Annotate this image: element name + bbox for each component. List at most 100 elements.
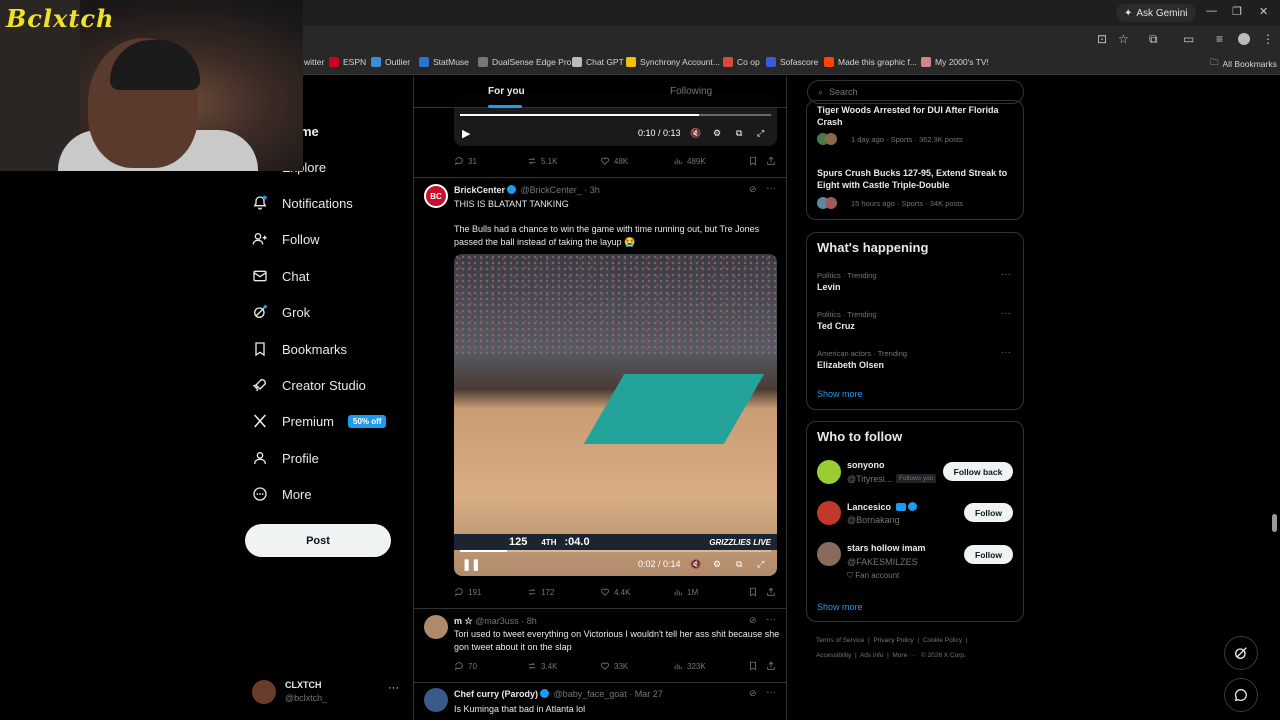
trend-name[interactable]: Levin [817, 282, 841, 292]
minimize-icon[interactable]: — [1206, 5, 1217, 17]
all-bookmarks-button[interactable]: 🗀 All Bookmarks [1210, 57, 1277, 71]
mute-icon[interactable]: 🔇 [690, 128, 701, 139]
follow-name[interactable]: stars hollow imam [847, 543, 926, 553]
like-button[interactable]: 33K [600, 661, 628, 671]
bookmark-item[interactable]: Synchrony Account... [626, 57, 720, 67]
ask-gemini-button[interactable]: ✦ Ask Gemini [1116, 4, 1196, 22]
star-icon[interactable]: ☆ [1118, 32, 1129, 46]
reply-button[interactable]: 70 [454, 661, 477, 671]
tweet-video-player[interactable]: 125 4TH :04.0 GRIZZLIES LIVE ❚❚ 0:02 / 0… [454, 254, 777, 576]
bookmark-button[interactable] [748, 156, 758, 166]
extensions-icon[interactable]: ⧉ [1149, 32, 1158, 47]
tweet-author-name[interactable]: m ☆ [454, 616, 473, 626]
nav-chat[interactable]: Chat [252, 265, 309, 287]
bookmark-item[interactable]: Chat GPT [572, 57, 624, 67]
trend-more-icon[interactable]: ··· [1001, 269, 1011, 280]
fullscreen-icon[interactable]: ⤢ [757, 559, 764, 570]
tweet-more-icon[interactable]: ··· [766, 183, 776, 194]
repost-button[interactable]: 3.4K [527, 661, 557, 671]
repost-button[interactable]: 172 [527, 587, 554, 597]
follow-avatar[interactable] [817, 501, 841, 525]
tweet-time[interactable]: Mar 27 [635, 689, 663, 699]
grok-action-icon[interactable]: ⊘ [749, 184, 757, 195]
trend-more-icon[interactable]: ··· [1001, 347, 1011, 358]
footer-more[interactable]: More ··· [892, 652, 915, 659]
news-headline[interactable]: Tiger Woods Arrested for DUI After Flori… [817, 104, 1017, 128]
reply-button[interactable]: 191 [454, 587, 481, 597]
reply-button[interactable]: 31 [454, 156, 477, 166]
tweet-handle[interactable]: @mar3uss [475, 616, 519, 626]
follow-name[interactable]: sonyono [847, 460, 885, 470]
bookmark-item[interactable]: ESPN [329, 57, 366, 67]
tweet-more-icon[interactable]: ··· [766, 687, 776, 698]
tweet-time[interactable]: 8h [527, 616, 537, 626]
bookmark-item[interactable]: Made this graphic f... [824, 57, 917, 67]
views-button[interactable]: 323K [673, 661, 706, 671]
follow-avatar[interactable] [817, 542, 841, 566]
bookmark-item[interactable]: DualSense Edge Pro... [478, 57, 578, 67]
show-more-link[interactable]: Show more [817, 389, 863, 399]
footer-ads-info[interactable]: Ads info [860, 652, 884, 659]
repost-button[interactable]: 5.1K [527, 156, 557, 166]
share-button[interactable] [766, 587, 776, 597]
mute-icon[interactable]: 🔇 [690, 559, 701, 570]
close-icon[interactable]: ✕ [1259, 5, 1268, 18]
bookmark-item[interactable]: Outlier [371, 57, 410, 67]
footer-terms[interactable]: Terms of Service [816, 637, 864, 644]
grok-action-icon[interactable]: ⊘ [749, 615, 757, 626]
tweet-avatar[interactable] [424, 615, 448, 639]
follow-avatar[interactable] [817, 460, 841, 484]
follow-button[interactable]: Follow [964, 545, 1013, 564]
bookmark-button[interactable] [748, 661, 758, 671]
tweet-time[interactable]: 3h [590, 185, 600, 195]
bookmark-button[interactable] [748, 587, 758, 597]
follow-back-button[interactable]: Follow back [943, 462, 1013, 481]
messages-fab-button[interactable] [1224, 678, 1258, 712]
play-icon[interactable]: ▶ [462, 127, 470, 140]
grok-fab-button[interactable] [1224, 636, 1258, 670]
settings-icon[interactable]: ⚙ [713, 559, 721, 570]
tweet-avatar[interactable]: BC [424, 184, 448, 208]
tweet-more-icon[interactable]: ··· [766, 614, 776, 625]
like-button[interactable]: 48K [600, 156, 628, 166]
nav-premium[interactable]: Premium 50% off [252, 410, 387, 432]
follow-name[interactable]: Lancesico [847, 502, 891, 512]
sidepanel-icon[interactable]: ▭ [1183, 32, 1194, 46]
account-more-icon[interactable]: ··· [388, 682, 399, 694]
follow-button[interactable]: Follow [964, 503, 1013, 522]
tab-for-you[interactable]: For you [488, 86, 525, 97]
news-headline[interactable]: Spurs Crush Bucks 127-95, Extend Streak … [817, 167, 1017, 191]
nav-grok[interactable]: Grok [252, 301, 310, 323]
tweet-handle[interactable]: @BrickCenter_ [521, 185, 582, 195]
tweet-handle[interactable]: @baby_face_goat [554, 689, 627, 699]
bookmark-item[interactable]: StatMuse [419, 57, 469, 67]
page-scrollbar-thumb[interactable] [1272, 514, 1277, 532]
trend-more-icon[interactable]: ··· [1001, 308, 1011, 319]
tab-following[interactable]: Following [670, 86, 712, 97]
share-button[interactable] [766, 661, 776, 671]
bookmark-item[interactable]: Co op [723, 57, 760, 67]
like-button[interactable]: 4.4K [600, 587, 630, 597]
show-more-link[interactable]: Show more [817, 602, 863, 612]
footer-privacy[interactable]: Privacy Policy [873, 637, 913, 644]
tweet-author-name[interactable]: Chef curry (Parody) [454, 689, 538, 699]
pause-icon[interactable]: ❚❚ [462, 558, 480, 571]
nav-creator-studio[interactable]: Creator Studio [252, 374, 366, 396]
tweet-author-name[interactable]: BrickCenter [454, 185, 505, 195]
nav-more[interactable]: More [252, 483, 312, 505]
post-button[interactable]: Post [245, 524, 391, 557]
kebab-menu-icon[interactable]: ⋮ [1262, 32, 1274, 46]
install-icon[interactable]: ⊡ [1097, 32, 1107, 46]
bookmark-item[interactable]: My 2000's TV! [921, 57, 989, 67]
video-progress-bar[interactable] [460, 114, 771, 116]
trend-name[interactable]: Ted Cruz [817, 321, 855, 331]
grok-action-icon[interactable]: ⊘ [749, 688, 757, 699]
pip-icon[interactable]: ⧉ [736, 559, 742, 570]
share-button[interactable] [766, 156, 776, 166]
nav-follow[interactable]: Follow [252, 228, 320, 250]
footer-cookies[interactable]: Cookie Policy [923, 637, 962, 644]
account-switcher[interactable]: CLXTCH @bclxtch_ ··· [252, 678, 402, 706]
fullscreen-icon[interactable]: ⤢ [757, 128, 764, 139]
nav-notifications[interactable]: Notifications [252, 192, 353, 214]
nav-profile[interactable]: Profile [252, 447, 319, 469]
